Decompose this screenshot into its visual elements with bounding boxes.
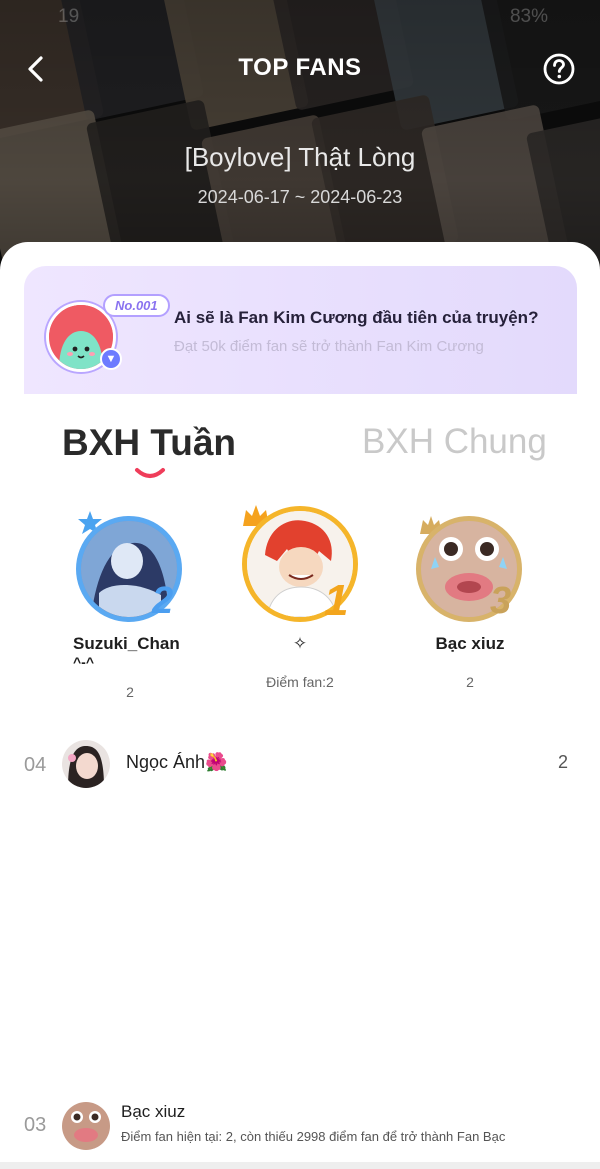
my-name: Bạc xiuz — [121, 1102, 186, 1121]
rank-number: 2 — [152, 580, 174, 622]
ranking-sheet: No.001 ▼ Ai sẽ là Fan Kim Cương đầu tiên… — [0, 242, 600, 1169]
rank-number: 03 — [24, 1114, 47, 1136]
help-button[interactable] — [542, 52, 576, 86]
rank-number: 04 — [24, 754, 47, 776]
podium-score: 2 — [466, 674, 474, 690]
rank-badge: No.001 — [103, 294, 170, 317]
status-bar: 19 83% — [0, 6, 600, 32]
fan-name: Ngọc Ánh🌺 — [126, 752, 228, 772]
series-title: [Boylove] Thật Lòng — [184, 142, 416, 172]
top-nav: TOP FANS — [0, 48, 600, 92]
my-rank-row[interactable]: 03 Bạc xiuz Điểm fan hiện tại: 2, còn th… — [0, 1098, 600, 1164]
promo-title: Ai sẽ là Fan Kim Cương đầu tiên của truy… — [174, 308, 539, 327]
tab-overall[interactable]: BXH Chung — [362, 422, 547, 462]
avatar — [62, 1102, 110, 1150]
active-tab-indicator — [135, 468, 165, 478]
list-item[interactable]: 04 Ngọc Ánh🌺 2 — [0, 740, 600, 800]
podium-name: Suzuki_Chan — [73, 634, 180, 653]
status-time: 19 — [58, 6, 80, 27]
help-icon — [543, 53, 575, 85]
ranking-tabs: BXH Tuần BXH Chung — [0, 422, 600, 482]
podium-score: 2 — [126, 684, 134, 700]
date-range: 2024-06-17 ~ 2024-06-23 — [197, 187, 403, 207]
status-battery: 83% — [509, 6, 548, 27]
avatar — [62, 740, 110, 788]
divider — [0, 1162, 600, 1169]
promo-subtitle: Đạt 50k điểm fan sẽ trở thành Fan Kim Cư… — [174, 338, 484, 355]
rank-number: 3 — [490, 580, 512, 622]
diamond-fan-banner[interactable]: No.001 ▼ Ai sẽ là Fan Kim Cương đầu tiên… — [24, 266, 577, 394]
podium-name-line2: ^-^ — [73, 654, 95, 670]
podium-name: Bạc xiuz — [435, 634, 505, 653]
my-progress-text: Điểm fan hiện tại: 2, còn thiếu 2998 điể… — [121, 1129, 506, 1144]
page-title: TOP FANS — [238, 54, 362, 81]
tab-weekly[interactable]: BXH Tuần — [62, 422, 236, 464]
rank-number: 1 — [324, 576, 349, 625]
verified-icon: ▼ — [100, 348, 122, 370]
podium-name: ✧ — [292, 634, 308, 653]
podium-rank-3[interactable]: 3 — [390, 510, 550, 680]
podium-score: Điểm fan:2 — [266, 674, 334, 690]
fan-score: 2 — [557, 752, 568, 772]
